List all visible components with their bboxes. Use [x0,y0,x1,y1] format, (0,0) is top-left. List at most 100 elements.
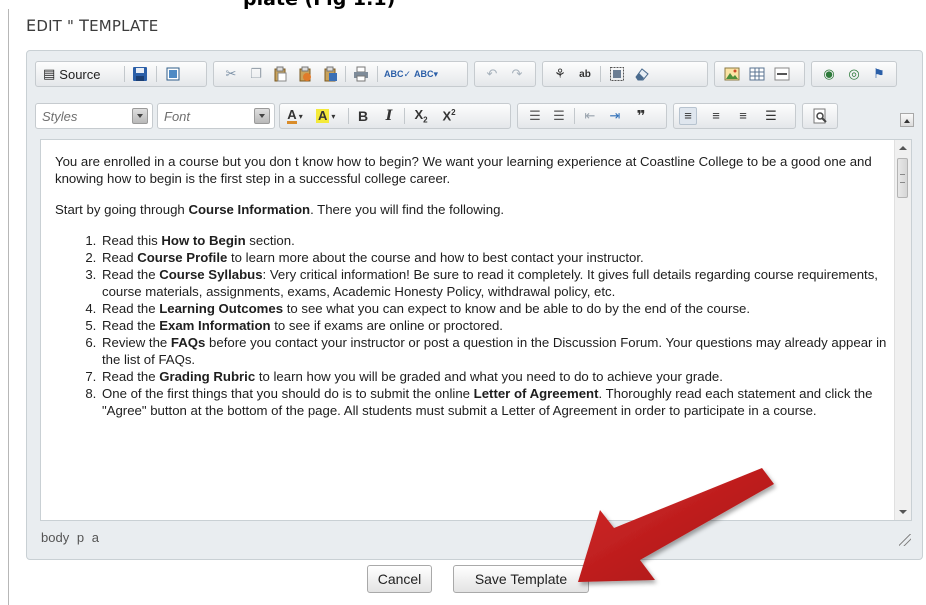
quote-icon: ❞ [636,108,646,125]
link-button[interactable]: ◉ [820,65,838,83]
redo-button[interactable]: ↷ [508,65,526,83]
cancel-button[interactable]: Cancel [367,565,432,593]
save-icon-button[interactable] [131,65,149,83]
scroll-down-icon[interactable] [895,504,911,520]
chevron-down-icon: ▾ [298,111,303,121]
italic-button[interactable]: I [380,107,398,125]
superscript-icon: X2 [442,108,456,124]
spell-check-as-you-type-button[interactable]: ABC▾ [414,65,438,83]
list-item: Read the Exam Information to see if exam… [100,317,893,334]
element-path-bar: body p a [28,524,921,558]
increase-indent-button[interactable]: ⇥ [606,107,624,125]
editor-content-area[interactable]: You are enrolled in a course but you don… [40,139,912,521]
editor-vertical-scrollbar[interactable] [894,140,911,520]
cropped-heading-strip: plate (Fig 1.1) [0,0,926,9]
start-paragraph: Start by going through Course Informatio… [55,201,893,218]
unlink-button[interactable]: ◎ [845,65,863,83]
toolbar-group-lists: ☰ ☰ ⇤ ⇥ ❞ [517,103,667,129]
align-center-button[interactable]: ≡ [707,107,725,125]
list-item: Read Course Profile to learn more about … [100,249,893,266]
font-dropdown[interactable]: Font [157,103,275,129]
toolbar-separator [345,66,346,82]
background-color-button[interactable]: A ▾ [316,107,335,125]
toolbar-group-text-format: A ▾ A ▾ B I X2 X2 [279,103,511,129]
select-all-icon [610,67,624,81]
dialog-title: EDIT " TEMPLATE [26,16,158,40]
remove-format-button[interactable] [633,65,651,83]
spell-check-button[interactable]: ABC✓ [384,65,411,83]
path-a-link[interactable]: a [92,530,99,545]
collapse-toolbar-button[interactable] [900,113,914,127]
paste-text-icon [299,66,311,82]
align-center-icon: ≡ [712,108,720,123]
preview-button[interactable] [811,107,829,125]
bulleted-list-button[interactable]: ☰ [550,107,568,125]
text-color-button[interactable]: A ▾ [286,107,304,125]
eraser-icon [635,68,649,81]
editor-document[interactable]: You are enrolled in a course but you don… [55,153,893,419]
toolbar-separator [156,66,157,82]
font-dropdown-label: Font [164,109,191,124]
save-template-button[interactable]: Save Template [453,565,589,593]
numbered-list-button[interactable]: ☰ [526,107,544,125]
bold-button[interactable]: B [354,107,372,125]
toolbar-separator [404,108,405,124]
undo-icon: ↶ [486,66,498,81]
superscript-button[interactable]: X2 [440,107,458,125]
italic-icon: I [385,108,393,124]
select-all-button[interactable] [608,65,626,83]
intro-paragraph: You are enrolled in a course but you don… [55,154,872,186]
styles-dropdown[interactable]: Styles [35,103,153,129]
toolbar-separator [377,66,378,82]
blockquote-button[interactable]: ❞ [632,107,650,125]
align-right-icon: ≡ [739,108,747,123]
flag-icon: ⚑ [873,66,885,81]
copy-icon: ❐ [250,66,262,81]
source-button-label: Source [59,66,101,82]
path-body-link[interactable]: body [41,530,69,545]
find-button[interactable]: ⚘ [551,65,569,83]
paste-button[interactable] [271,65,289,83]
insert-image-button[interactable] [723,65,741,83]
align-right-button[interactable]: ≡ [734,107,752,125]
paste-word-button[interactable] [321,65,339,83]
scroll-up-icon[interactable] [895,140,911,156]
dialog-title-rest-1: DIT [36,17,68,35]
paste-text-button[interactable] [296,65,314,83]
horizontal-rule-icon [774,67,790,81]
align-left-button[interactable]: ≡ [679,107,697,125]
decrease-indent-button[interactable]: ⇤ [581,107,599,125]
indent-icon: ⇥ [609,108,621,123]
element-path: body p a [41,530,99,545]
toolbar-separator [574,108,575,124]
copy-button[interactable]: ❐ [247,65,265,83]
start-text-pre: Start by going through [55,202,189,217]
subscript-button[interactable]: X2 [412,107,430,125]
print-button[interactable] [352,65,370,83]
cut-button[interactable]: ✂ [222,65,240,83]
path-p-link[interactable]: p [77,530,84,545]
source-button[interactable]: ▤ Source [41,65,103,83]
toolbar-separator [600,66,601,82]
justify-button[interactable]: ☰ [762,107,780,125]
redo-icon: ↷ [511,66,523,81]
insert-table-button[interactable] [748,65,766,83]
start-text-post: . There you will find the following. [310,202,505,217]
toolbar-group-align: ≡ ≡ ≡ ☰ [673,103,796,129]
toolbar-group-history: ↶ ↷ [474,61,536,87]
clipboard-icon [274,66,287,82]
scroll-thumb[interactable] [897,158,908,198]
dialog-title-initial-2: T [79,16,90,35]
horizontal-rule-button[interactable] [773,65,791,83]
resize-grip-icon[interactable] [899,534,911,546]
list-item: Review the FAQs before you contact your … [100,334,893,368]
undo-button[interactable]: ↶ [483,65,501,83]
replace-button[interactable]: ab [576,65,594,83]
anchor-button[interactable]: ⚑ [870,65,888,83]
subscript-icon: X2 [414,107,428,125]
templates-button[interactable] [164,65,182,83]
chevron-down-icon: ▾ [331,111,336,121]
toolbar-group-find: ⚘ ab [542,61,708,87]
list-item: Read the Learning Outcomes to see what y… [100,300,893,317]
rich-text-editor: ▤ Source ✂ ❐ ABC✓ ABC▾ ↶ ↷ ⚘ ab ◉ ◎ ⚑ St… [26,50,923,560]
